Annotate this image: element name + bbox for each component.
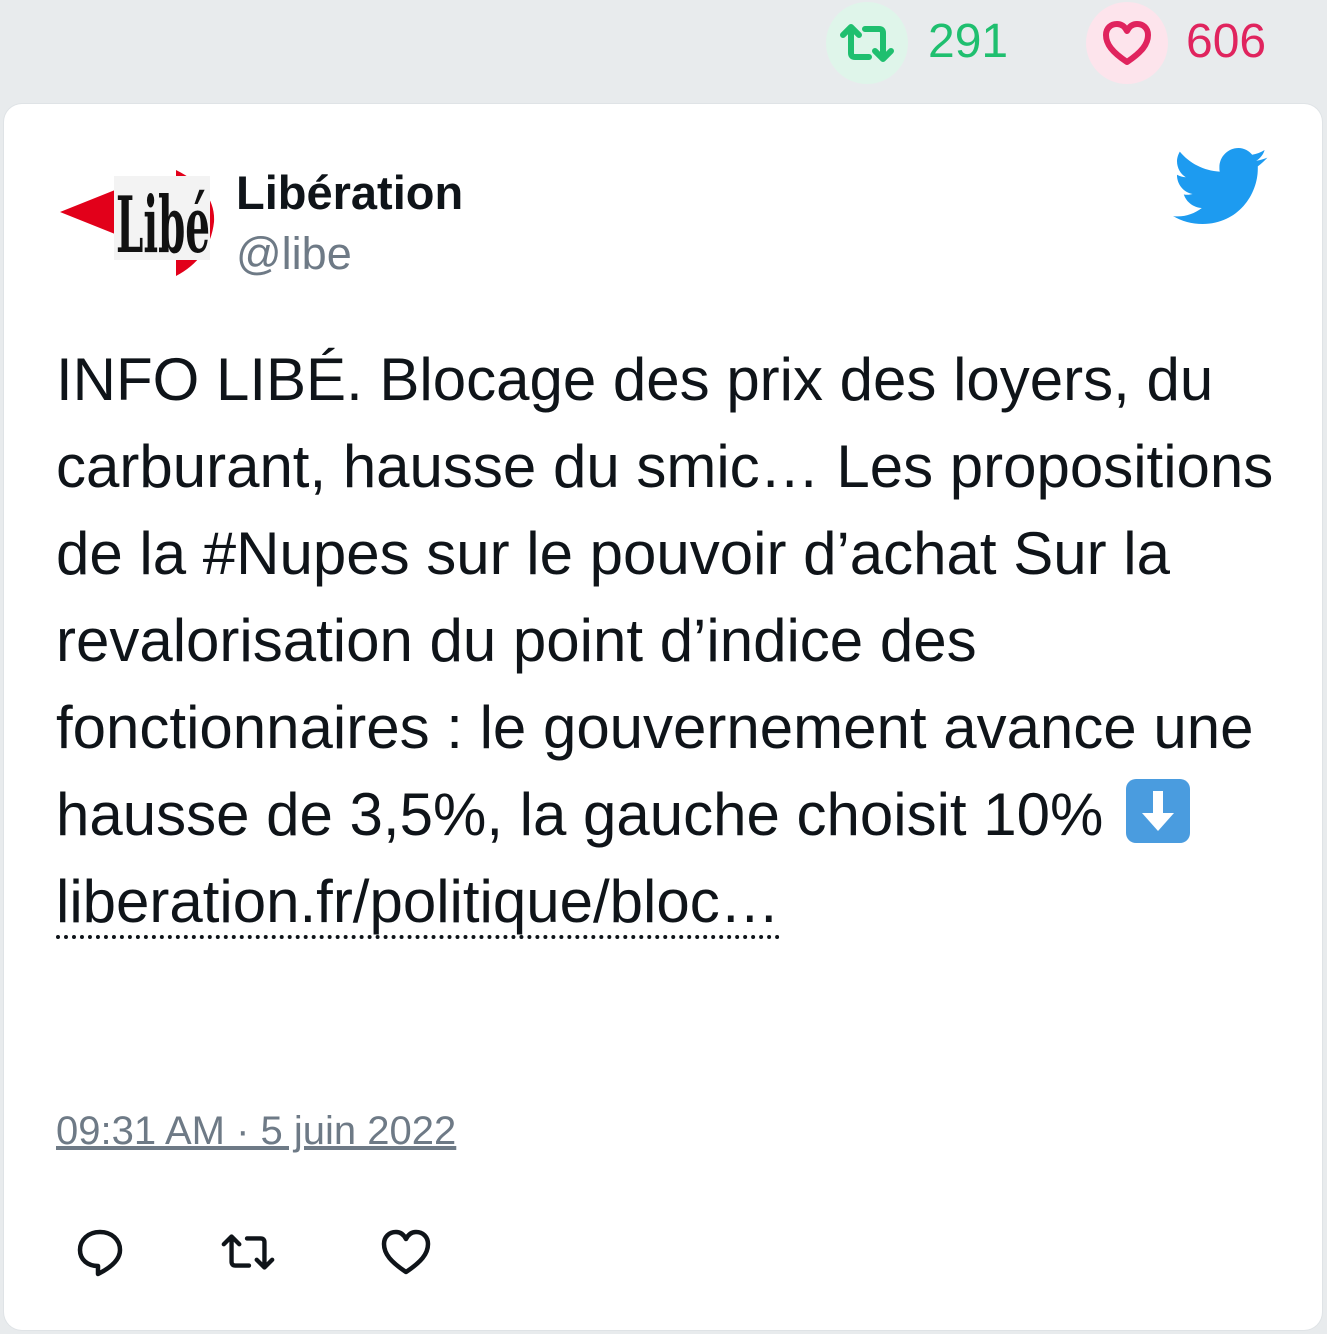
- retweet-count: 291: [928, 15, 1009, 68]
- like-button[interactable]: [376, 1222, 436, 1282]
- heart-icon: [381, 1229, 431, 1275]
- author-name[interactable]: Libération: [236, 166, 463, 220]
- down-arrow-emoji: [1126, 779, 1191, 843]
- tweet-timestamp[interactable]: 09:31 AM · 5 juin 2022: [56, 1108, 456, 1154]
- like-stat-button[interactable]: [1086, 2, 1168, 84]
- author-handle[interactable]: @libe: [236, 228, 352, 280]
- tweet-body: INFO LIBÉ. Blocage des prix des loyers, …: [56, 336, 1276, 945]
- liberation-logo: Libé: [60, 170, 215, 276]
- retweet-stat-button[interactable]: [826, 2, 908, 84]
- avatar[interactable]: Libé: [56, 160, 220, 280]
- tweet-stats-bar: 291 606: [0, 0, 1327, 104]
- twitter-bird-icon[interactable]: [1172, 148, 1270, 228]
- logo-text: Libé: [116, 180, 210, 271]
- heart-icon: [1103, 21, 1151, 65]
- like-count: 606: [1186, 15, 1267, 68]
- reply-button[interactable]: [70, 1222, 130, 1282]
- reply-icon: [77, 1229, 123, 1277]
- tweet-link[interactable]: liberation.fr/politique/bloc…: [56, 868, 780, 939]
- retweet-icon: [840, 24, 894, 62]
- tweet-text: INFO LIBÉ. Blocage des prix des loyers, …: [56, 346, 1274, 848]
- retweet-button[interactable]: [218, 1222, 278, 1282]
- retweet-icon: [221, 1234, 275, 1270]
